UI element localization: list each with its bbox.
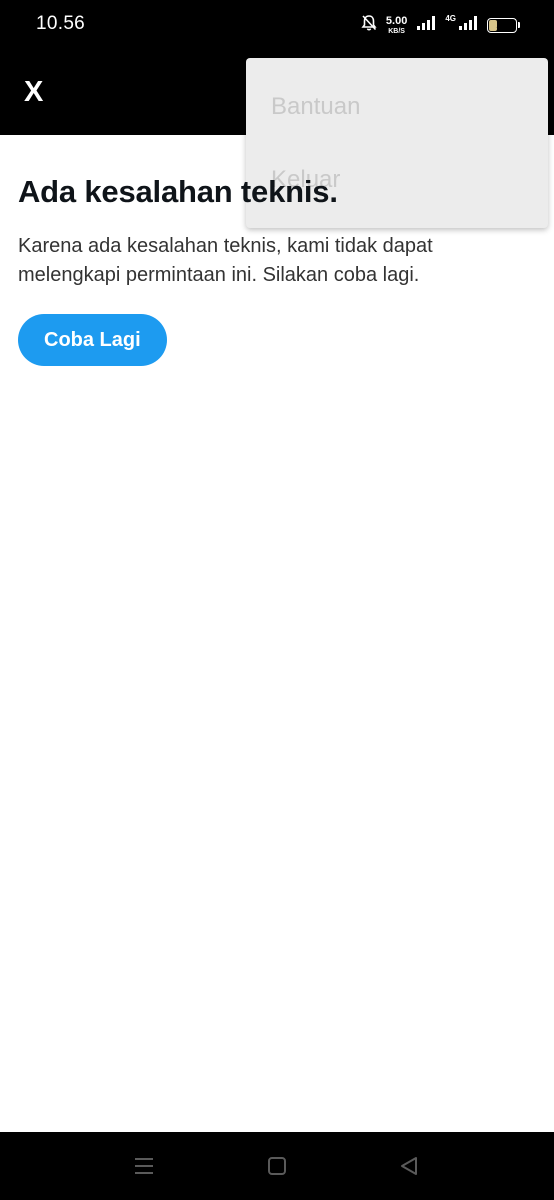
battery-cap — [518, 22, 520, 28]
x-logo[interactable]: X — [24, 78, 43, 107]
battery-fill — [489, 19, 497, 31]
status-icons: 5.00 KB/S 4G 27 — [361, 12, 520, 38]
network-speed-value: 5.00 — [385, 14, 408, 27]
error-content: Ada kesalahan teknis. Karena ada kesalah… — [18, 172, 538, 366]
battery-icon: 27 — [487, 17, 517, 33]
screen: 10.56 5.00 KB/S 4G 27 X Bantuan Keluar A… — [0, 0, 554, 1200]
back-icon[interactable] — [395, 1152, 423, 1180]
menu-item-help[interactable]: Bantuan — [271, 93, 360, 121]
recent-apps-icon[interactable] — [130, 1152, 158, 1180]
battery-level: 27 — [496, 19, 508, 31]
signal-4g-icon — [458, 15, 478, 36]
network-type: 4G — [445, 14, 456, 23]
network-speed: 5.00 KB/S — [385, 14, 408, 35]
retry-button[interactable]: Coba Lagi — [18, 314, 167, 366]
home-icon[interactable] — [263, 1152, 291, 1180]
signal-icon — [416, 15, 436, 36]
bell-muted-icon — [361, 14, 377, 37]
navigation-bar — [0, 1132, 554, 1200]
error-title: Ada kesalahan teknis. — [18, 174, 338, 209]
error-message: Karena ada kesalahan teknis, kami tidak … — [18, 235, 433, 286]
network-speed-unit: KB/S — [388, 27, 405, 35]
status-time: 10.56 — [36, 13, 86, 34]
status-bar: 10.56 5.00 KB/S 4G 27 — [0, 0, 554, 50]
